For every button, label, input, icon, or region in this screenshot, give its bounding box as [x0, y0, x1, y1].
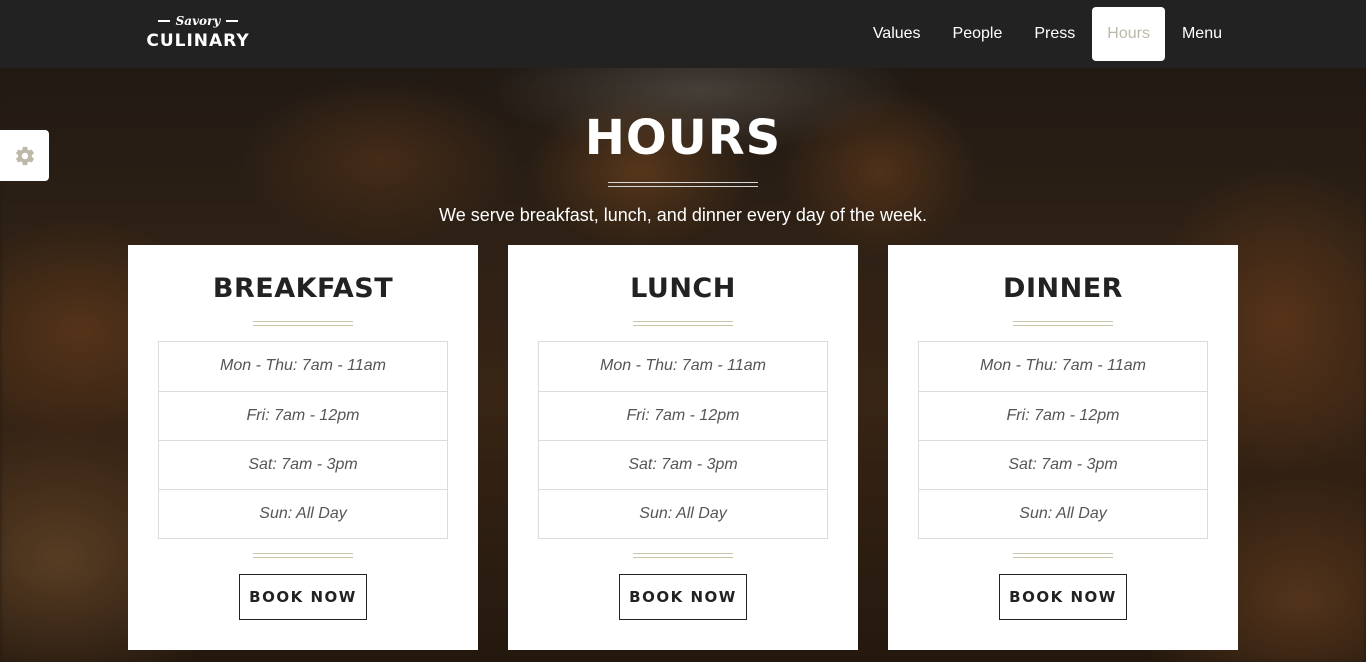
navbar: Savory CULINARY Values People Press Hour…: [0, 0, 1366, 68]
nav-link-press[interactable]: Press: [1019, 7, 1090, 61]
book-now-button-dinner[interactable]: BOOK NOW: [999, 574, 1127, 620]
hours-row: Fri: 7am - 12pm: [919, 391, 1207, 440]
hours-list: Mon - Thu: 7am - 11am Fri: 7am - 12pm Sa…: [918, 341, 1208, 539]
hours-list: Mon - Thu: 7am - 11am Fri: 7am - 12pm Sa…: [158, 341, 448, 539]
nav-link-people[interactable]: People: [938, 7, 1018, 61]
hours-row: Fri: 7am - 12pm: [159, 391, 447, 440]
hours-row: Sun: All Day: [919, 489, 1207, 538]
nav-links: Values People Press Hours Menu: [856, 7, 1237, 61]
settings-toggle-button[interactable]: [0, 130, 49, 181]
logo-dash-right: [226, 20, 239, 22]
card-divider-bottom: [253, 553, 353, 558]
hours-row: Sun: All Day: [159, 489, 447, 538]
card-title: DINNER: [1003, 273, 1123, 304]
book-now-button-lunch[interactable]: BOOK NOW: [619, 574, 747, 620]
lunch-card: LUNCH Mon - Thu: 7am - 11am Fri: 7am - 1…: [508, 245, 858, 650]
card-title: LUNCH: [630, 273, 736, 304]
hours-row: Sat: 7am - 3pm: [159, 440, 447, 489]
hours-row: Sun: All Day: [539, 489, 827, 538]
book-now-button-breakfast[interactable]: BOOK NOW: [239, 574, 367, 620]
page-subtitle: We serve breakfast, lunch, and dinner ev…: [439, 205, 927, 225]
title-divider: [608, 182, 758, 187]
hours-row: Mon - Thu: 7am - 11am: [980, 357, 1146, 374]
card-divider-top: [1013, 321, 1113, 326]
nav-link-hours[interactable]: Hours: [1092, 7, 1165, 61]
card-divider-top: [633, 321, 733, 326]
logo-name: CULINARY: [146, 31, 250, 51]
card-title: BREAKFAST: [212, 273, 394, 304]
brand-logo[interactable]: Savory CULINARY: [143, 14, 253, 54]
hours-row: Fri: 7am - 12pm: [539, 391, 827, 440]
hours-row: Mon - Thu: 7am - 11am: [600, 357, 766, 374]
gear-icon: [15, 146, 34, 165]
page-title: HOURS: [584, 110, 782, 166]
dinner-card: DINNER Mon - Thu: 7am - 11am Fri: 7am - …: [888, 245, 1238, 650]
logo-script-line: Savory: [143, 14, 253, 28]
breakfast-card: BREAKFAST Mon - Thu: 7am - 11am Fri: 7am…: [128, 245, 478, 650]
hours-row: Mon - Thu: 7am - 11am: [220, 357, 386, 374]
hours-list: Mon - Thu: 7am - 11am Fri: 7am - 12pm Sa…: [538, 341, 828, 539]
hours-row: Sat: 7am - 3pm: [539, 440, 827, 489]
card-divider-bottom: [1013, 553, 1113, 558]
logo-dash-left: [157, 20, 170, 22]
nav-link-menu[interactable]: Menu: [1167, 7, 1237, 61]
card-divider-top: [253, 321, 353, 326]
hours-row: Sat: 7am - 3pm: [919, 440, 1207, 489]
card-divider-bottom: [633, 553, 733, 558]
logo-script-text: Savory: [175, 14, 221, 28]
nav-link-values[interactable]: Values: [858, 7, 936, 61]
